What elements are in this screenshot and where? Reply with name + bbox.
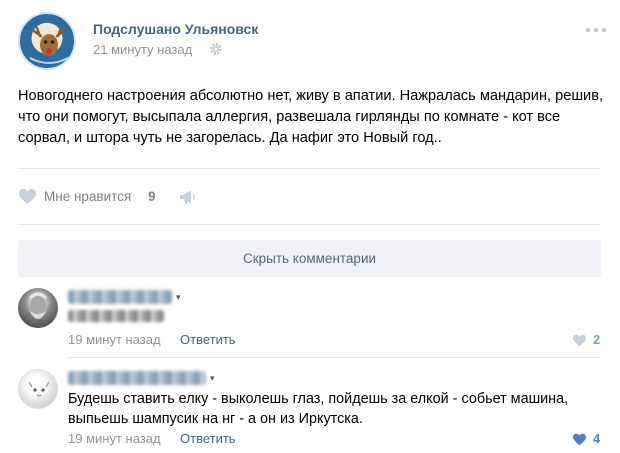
comment-time[interactable]: 19 минут назад xyxy=(68,332,161,347)
reply-button[interactable]: Ответить xyxy=(180,332,236,347)
gear-icon[interactable] xyxy=(209,42,223,56)
comment-text: Будешь ставить елку - выколешь глаз, пой… xyxy=(68,391,569,427)
reply-button[interactable]: Ответить xyxy=(180,431,236,446)
group-name-link[interactable]: Подслушано Ульяновск xyxy=(93,21,258,37)
bearded-man-photo-icon xyxy=(28,292,48,319)
divider xyxy=(18,168,601,169)
more-dots-icon[interactable] xyxy=(584,26,608,34)
divider xyxy=(18,224,601,225)
cat-photo-icon xyxy=(28,381,50,397)
group-avatar[interactable] xyxy=(18,12,76,70)
commenter-avatar[interactable] xyxy=(18,369,58,409)
post-header: Подслушано Ульяновск 21 минуту назад xyxy=(18,12,608,72)
like-count[interactable]: 9 xyxy=(148,189,156,204)
comment-like-count[interactable]: 4 xyxy=(593,431,600,446)
commenter-name-blurred[interactable] xyxy=(68,371,206,385)
caret-down-icon[interactable]: ▾ xyxy=(176,292,181,303)
post-time[interactable]: 21 минуту назад xyxy=(93,42,192,57)
comment-like-count[interactable]: 2 xyxy=(593,332,600,347)
comment-item: ▾ Будешь ставить елку - выколешь глаз, п… xyxy=(18,369,604,449)
commenter-avatar[interactable] xyxy=(18,288,58,328)
commenter-name-blurred[interactable] xyxy=(68,290,172,304)
heart-icon[interactable] xyxy=(18,188,37,205)
post-actions: Мне нравится 9 xyxy=(18,186,318,208)
heart-icon[interactable] xyxy=(572,334,587,347)
hide-comments-button[interactable]: Скрыть комментарии xyxy=(18,240,601,277)
caret-down-icon[interactable]: ▾ xyxy=(210,373,215,384)
comment-text-blurred xyxy=(68,310,164,322)
comment-item: ▾ 19 минут назад Ответить 2 xyxy=(18,288,604,352)
reindeer-logo-icon xyxy=(29,26,69,64)
comment-time[interactable]: 19 минут назад xyxy=(68,431,161,446)
divider xyxy=(68,357,601,358)
heart-icon[interactable] xyxy=(572,433,587,446)
post-text: Новогоднего настроения абсолютно нет, жи… xyxy=(18,88,604,146)
megaphone-icon[interactable] xyxy=(178,188,198,206)
like-button[interactable]: Мне нравится xyxy=(44,189,131,204)
